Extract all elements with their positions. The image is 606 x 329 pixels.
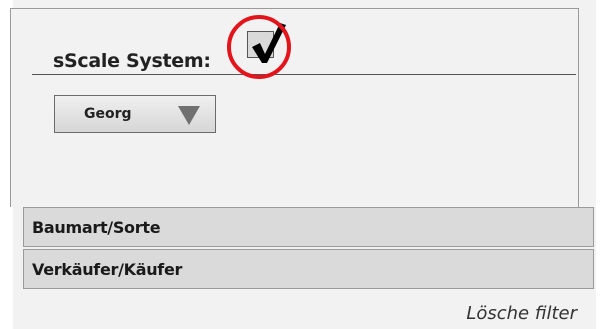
accordion-item-label: Baumart/Sorte (32, 218, 161, 237)
chevron-down-icon (178, 106, 200, 125)
scale-system-dropdown[interactable]: Georg (54, 95, 216, 133)
clear-filter-link[interactable]: Lösche filter (466, 303, 577, 324)
highlight-circle (227, 15, 291, 79)
accordion-item-label: Verkäufer/Käufer (32, 260, 183, 279)
accordion-item-verkaeufer-kaeufer[interactable]: Verkäufer/Käufer (23, 249, 594, 289)
scale-system-header: sScale System: (32, 28, 576, 75)
accordion-item-baumart-sorte[interactable]: Baumart/Sorte (23, 207, 594, 247)
dropdown-selected-value: Georg (84, 106, 132, 122)
scale-system-label: sScale System: (53, 50, 211, 72)
